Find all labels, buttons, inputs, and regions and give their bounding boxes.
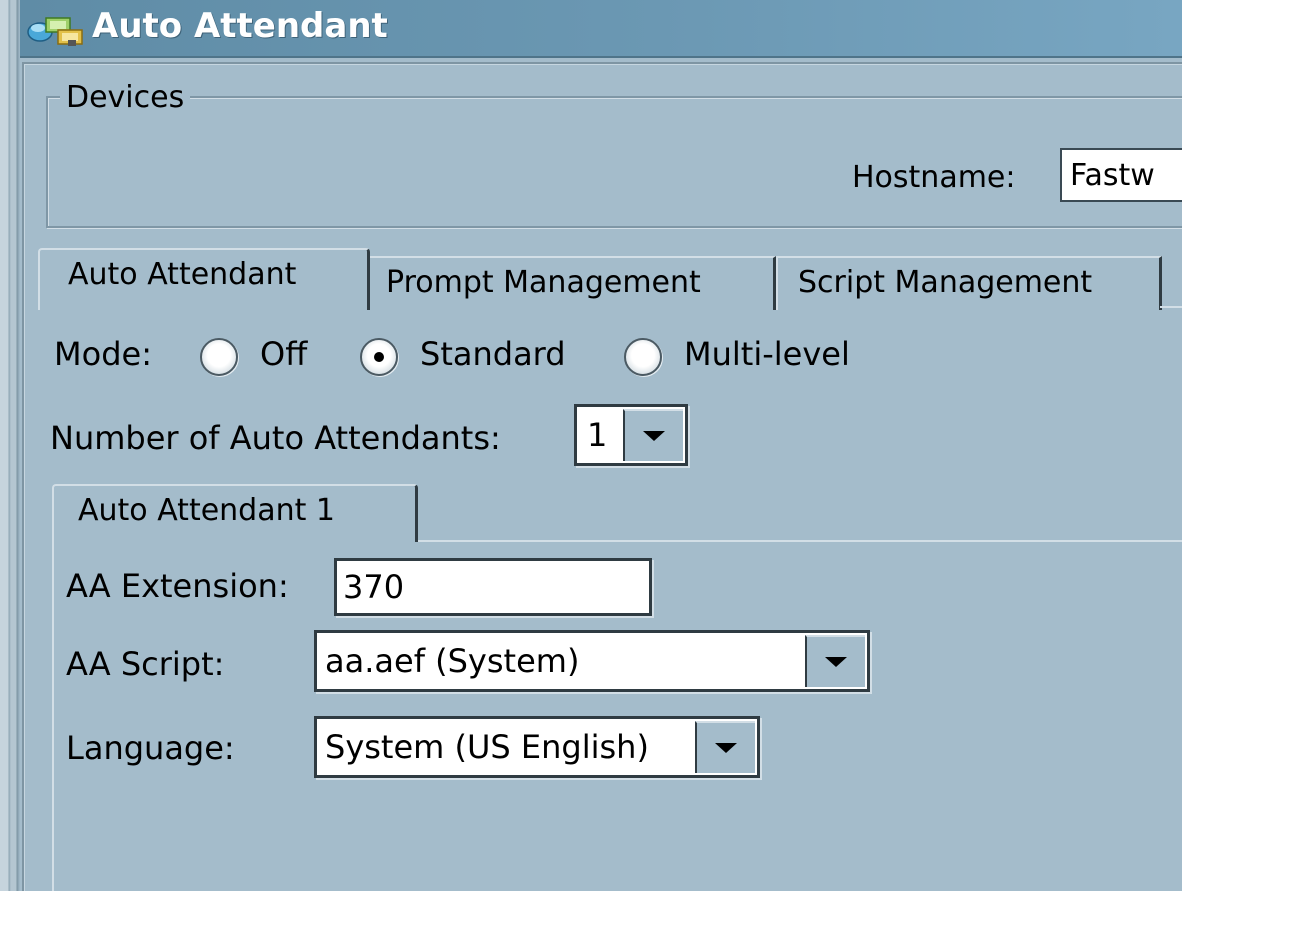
- auto-attendant-app-icon: [27, 17, 83, 46]
- chevron-down-icon[interactable]: [695, 721, 755, 773]
- language-value: System (US English): [325, 728, 649, 766]
- subpanel-border: [52, 540, 54, 891]
- tab-auto-attendant-1[interactable]: Auto Attendant 1: [52, 484, 418, 542]
- aa-script-label: AA Script:: [66, 645, 225, 683]
- mode-multi-level-radio[interactable]: [624, 338, 662, 376]
- auto-attendant-window: Auto Attendant Devices Hostname: Auto At…: [0, 0, 1182, 891]
- aa-script-select[interactable]: aa.aef (System): [314, 630, 870, 692]
- window-title: Auto Attendant: [92, 6, 388, 46]
- mode-off-radio[interactable]: [200, 338, 238, 376]
- devices-group-legend: Devices: [60, 80, 191, 116]
- subtab-strip-baseline: [418, 540, 1182, 542]
- chevron-down-icon[interactable]: [623, 409, 683, 461]
- tab-strip-baseline: [1160, 306, 1182, 308]
- chevron-down-icon[interactable]: [805, 635, 865, 687]
- mode-multi-level-label: Multi-level: [684, 335, 850, 373]
- number-of-auto-attendants-label: Number of Auto Attendants:: [50, 419, 501, 457]
- aa-extension-label: AA Extension:: [66, 567, 289, 605]
- aa-extension-input[interactable]: [334, 558, 652, 616]
- tab-script-management[interactable]: Script Management: [776, 256, 1162, 310]
- hostname-input[interactable]: [1060, 148, 1182, 202]
- number-of-auto-attendants-select[interactable]: 1: [574, 404, 688, 466]
- mode-standard-radio[interactable]: [360, 338, 398, 376]
- number-of-auto-attendants-value: 1: [587, 416, 608, 454]
- tab-auto-attendant[interactable]: Auto Attendant: [38, 248, 370, 310]
- window-frame-left: [0, 0, 20, 891]
- language-label: Language:: [66, 729, 235, 767]
- hostname-label: Hostname:: [852, 160, 1016, 195]
- aa-script-value: aa.aef (System): [325, 642, 580, 680]
- language-select[interactable]: System (US English): [314, 716, 760, 778]
- mode-off-label: Off: [260, 335, 308, 373]
- mode-standard-label: Standard: [420, 335, 566, 373]
- title-bar: Auto Attendant: [20, 0, 1182, 58]
- mode-label: Mode:: [54, 335, 152, 373]
- tab-prompt-management[interactable]: Prompt Management: [370, 256, 776, 310]
